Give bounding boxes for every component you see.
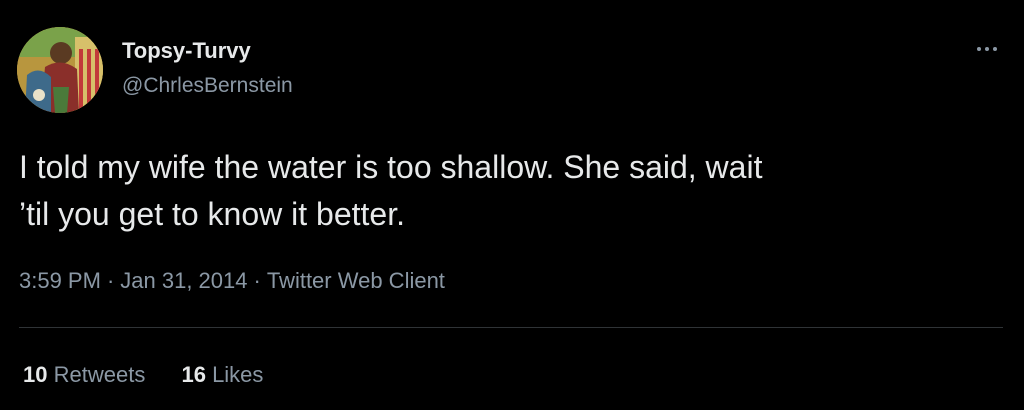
divider [19, 327, 1003, 328]
more-options-button[interactable] [970, 36, 1004, 62]
retweets-count: 10 [23, 362, 48, 387]
tweet-text-line: ’til you get to know it better. [19, 196, 405, 232]
likes-stat[interactable]: 16 Likes [181, 362, 263, 388]
tweet-meta: 3:59 PM · Jan 31, 2014 · Twitter Web Client [19, 268, 445, 294]
avatar-image [17, 27, 103, 113]
retweets-label: Retweets [53, 362, 146, 387]
user-handle[interactable]: @ChrlesBernstein [122, 74, 293, 98]
tweet-stats: 10 Retweets 16 Likes [23, 362, 263, 388]
tweet-date[interactable]: Jan 31, 2014 [120, 268, 247, 293]
tweet-time[interactable]: 3:59 PM [19, 268, 101, 293]
likes-label: Likes [212, 362, 264, 387]
more-horizontal-icon-dot [993, 47, 997, 51]
tweet-source[interactable]: Twitter Web Client [267, 268, 445, 293]
likes-count: 16 [181, 362, 206, 387]
meta-separator: · [253, 268, 261, 293]
avatar[interactable] [17, 27, 103, 113]
tweet-text: I told my wife the water is too shallow.… [19, 144, 979, 238]
meta-separator: · [106, 268, 115, 293]
more-horizontal-icon [977, 47, 981, 51]
retweets-stat[interactable]: 10 Retweets [23, 362, 145, 388]
tweet-card: Topsy-Turvy @ChrlesBernstein I told my w… [0, 0, 1024, 410]
display-name[interactable]: Topsy-Turvy [122, 38, 251, 64]
tweet-text-line: I told my wife the water is too shallow.… [19, 149, 763, 185]
more-horizontal-icon-dot [985, 47, 989, 51]
